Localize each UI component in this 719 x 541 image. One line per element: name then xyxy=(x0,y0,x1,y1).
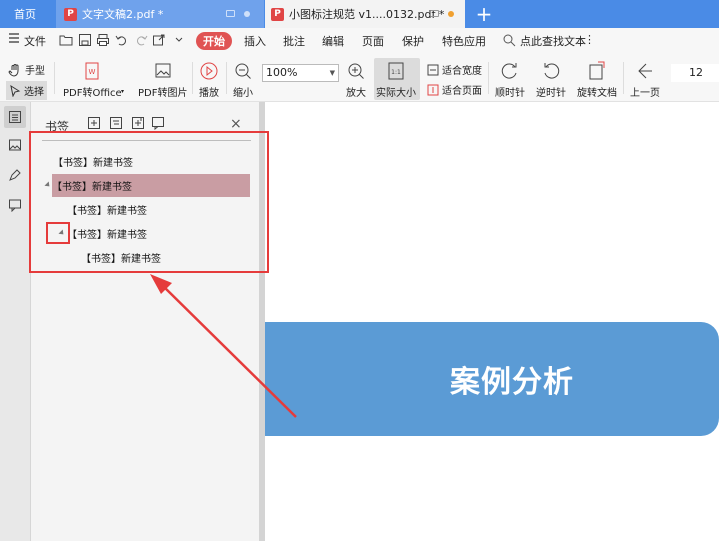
annotation-arrow xyxy=(150,274,297,418)
